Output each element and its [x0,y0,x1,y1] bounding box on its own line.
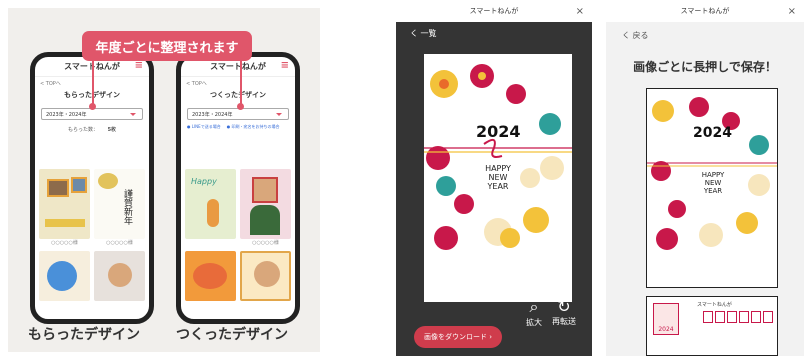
left-promo-panel: スマートねんが ≡ < TOPへ もらったデザイン 2023年・2024年 もら… [8,8,320,352]
list-item[interactable]: 謹賀新年 ○○○○○様 [94,169,145,247]
card-greeting: HAPPY NEW YEAR [485,164,511,191]
postcard-image[interactable]: スマートねんが 2024 [646,296,778,356]
pin-dot [237,103,244,110]
year-select[interactable]: 2023年・2024年 [187,108,289,120]
card-preview[interactable]: 2024 HAPPY NEW YEAR [424,54,572,302]
hamburger-icon[interactable]: ≡ [281,60,289,71]
resend-button[interactable]: ↻ 再転送 [552,297,576,328]
app-logo: スマートねんが [210,62,266,71]
search-icon: ⌕ [529,297,539,316]
postal-code-boxes [703,311,773,323]
app-bar: スマートねんが × [396,0,592,22]
close-icon[interactable]: × [576,6,584,17]
close-icon[interactable]: × [788,6,796,17]
card-grid: Happy ○○○○○様 [185,169,291,301]
zoom-button[interactable]: ⌕ 拡大 [526,297,542,328]
list-item[interactable]: ○○○○○様 [39,169,90,247]
viewer-tools: ⌕ 拡大 ↻ 再転送 [526,297,576,328]
back-link[interactable]: く 戻る [622,30,649,41]
screenshot-root: スマートねんが ≡ < TOPへ もらったデザイン 2023年・2024年 もら… [0,0,804,356]
yearly-banner: 年度ごとに整理されます [82,31,252,61]
pin-line [240,61,242,105]
print-help-link[interactable]: ● 印刷・宛名をお持ちの場合 [227,124,280,130]
viewer-panel: スマートねんが × く 一覧 2024 HAPPY NEW YEAR ⌕ 拡大 … [396,0,592,356]
top-link[interactable]: < TOPへ [181,77,295,87]
page-title: つくったデザイン [210,91,266,99]
card-caption: ○○○○○様 [252,240,279,246]
help-links: ● LINEで送る場合 ● 印刷・宛名をお持ちの場合 [181,120,295,130]
card-grid: ○○○○○様 謹賀新年 ○○○○○様 [39,169,145,301]
back-link[interactable]: く 一覧 [410,28,437,39]
app-title: スマートねんが [469,7,519,15]
app-title: スマートねんが [680,7,730,15]
download-button[interactable]: 画像をダウンロード › [414,326,502,348]
refresh-icon: ↻ [557,297,571,316]
hamburger-icon[interactable]: ≡ [135,60,143,71]
pin-dot [89,103,96,110]
save-panel: スマートねんが × く 戻る 画像ごとに長押しで保存！ 2024 HAPPY N… [606,0,804,356]
phone-made: スマートねんが ≡ < TOPへ つくったデザイン 2023年・2024年 ● … [176,52,300,324]
card-thumbnail[interactable] [94,251,145,301]
received-caption: もらったデザイン [28,327,140,343]
card-thumbnail[interactable] [240,169,291,239]
list-item[interactable]: Happy [185,169,236,247]
card-greeting: HAPPY NEW YEAR [701,171,725,195]
made-caption: つくったデザイン [176,327,288,343]
app-bar: スマートねんが × [606,0,804,22]
pin-line [92,61,94,105]
card-caption: ○○○○○様 [106,240,133,246]
list-item[interactable]: ○○○○○様 [240,169,291,247]
card-thumbnail[interactable] [185,251,236,301]
line-help-link[interactable]: ● LINEで送る場合 [187,124,221,130]
card-thumbnail[interactable]: Happy [185,169,236,239]
card-thumbnail[interactable] [240,251,291,301]
save-instruction: 画像ごとに長押しで保存！ [633,60,777,74]
postcard-brand: スマートねんが [697,302,732,308]
received-count: もらった数： 5枚 [67,127,117,133]
dark-viewer: く 一覧 2024 HAPPY NEW YEAR ⌕ 拡大 ↻ 再転送 画像をダ… [396,22,592,356]
card-year: 2024 [476,122,521,141]
card-year: 2024 [693,125,732,141]
card-caption: ○○○○○様 [51,240,78,246]
card-thumbnail[interactable] [39,251,90,301]
card-thumbnail[interactable] [39,169,90,239]
card-image[interactable]: 2024 HAPPY NEW YEAR [646,88,778,288]
stamp-image: 2024 [653,303,679,335]
card-thumbnail[interactable]: 謹賀新年 [94,169,145,239]
